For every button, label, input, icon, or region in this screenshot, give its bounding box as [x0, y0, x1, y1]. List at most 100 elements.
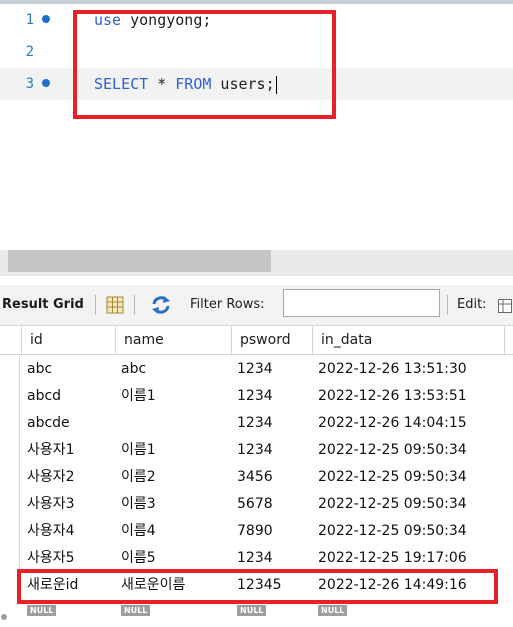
- null-badge: NULL: [27, 605, 57, 616]
- result-grid[interactable]: id name psword in_data abc abc 1234 2022…: [0, 326, 513, 627]
- cell-psword[interactable]: 1234: [232, 383, 313, 410]
- text-caret: [275, 75, 277, 94]
- code-text: use yongyong;: [94, 4, 211, 36]
- editor-line-2[interactable]: 2: [0, 36, 513, 68]
- cell-id[interactable]: 사용자1: [22, 437, 116, 464]
- cell-psword[interactable]: 1234: [232, 437, 313, 464]
- filter-rows-input[interactable]: [283, 289, 440, 317]
- cell-id[interactable]: NULL: [22, 599, 116, 619]
- edit-row-icon[interactable]: [498, 298, 512, 313]
- cell-psword[interactable]: NULL: [232, 599, 313, 619]
- cell-name[interactable]: 이름4: [116, 518, 232, 545]
- cell-in-data[interactable]: 2022-12-26 13:51:30: [313, 356, 505, 383]
- keyword: FROM: [175, 75, 212, 93]
- line-number: 3: [25, 76, 34, 92]
- table-row[interactable]: abc abc 1234 2022-12-26 13:51:30: [0, 356, 513, 383]
- scrollbar-thumb[interactable]: [8, 250, 271, 272]
- horizontal-scrollbar[interactable]: [0, 250, 513, 276]
- cell-id[interactable]: 사용자3: [22, 491, 116, 518]
- cell-name[interactable]: [116, 410, 232, 437]
- new-row[interactable]: NULL NULL NULL NULL: [0, 599, 513, 619]
- column-header-psword[interactable]: psword: [232, 326, 313, 354]
- toolbar-divider: [95, 295, 96, 315]
- statement-marker-icon: [42, 15, 50, 23]
- null-badge: NULL: [121, 605, 151, 616]
- row-selector-header[interactable]: [0, 326, 22, 354]
- cell-psword[interactable]: 3456: [232, 464, 313, 491]
- cell-in-data[interactable]: 2022-12-26 13:53:51: [313, 383, 505, 410]
- row-selector[interactable]: [0, 356, 20, 383]
- cell-psword[interactable]: 5678: [232, 491, 313, 518]
- cell-name[interactable]: NULL: [116, 599, 232, 619]
- cell-name[interactable]: abc: [116, 356, 232, 383]
- line-number: 1: [25, 12, 34, 28]
- cell-name[interactable]: 이름3: [116, 491, 232, 518]
- table-row[interactable]: abcd 이름1 1234 2022-12-26 13:53:51: [0, 383, 513, 410]
- cell-id[interactable]: abcde: [22, 410, 116, 437]
- grid-header: id name psword in_data: [0, 326, 513, 355]
- row-selector[interactable]: [0, 491, 20, 518]
- row-selector[interactable]: [0, 383, 20, 410]
- toolbar-divider: [134, 295, 135, 315]
- result-toolbar: Result Grid Filter Rows: Edit:: [0, 285, 513, 326]
- column-header-id[interactable]: id: [22, 326, 116, 354]
- keyword: use: [94, 11, 122, 29]
- new-row-marker-icon: [1, 614, 7, 620]
- cell-name[interactable]: 이름2: [116, 464, 232, 491]
- cell-in-data[interactable]: 2022-12-25 09:50:34: [313, 464, 505, 491]
- sql-editor[interactable]: 1 use yongyong; 2 3 SELECT * FROM users;: [0, 4, 513, 204]
- cell-id[interactable]: 사용자4: [22, 518, 116, 545]
- row-selector[interactable]: [0, 410, 20, 437]
- table-row[interactable]: 사용자4 이름4 7890 2022-12-25 09:50:34: [0, 518, 513, 545]
- row-selector[interactable]: [0, 464, 20, 491]
- statement-marker-icon: [42, 79, 50, 87]
- cell-name[interactable]: 새로운이름: [116, 572, 232, 599]
- cell-id[interactable]: 새로운id: [22, 572, 116, 599]
- row-selector[interactable]: [0, 545, 20, 572]
- cell-in-data[interactable]: 2022-12-25 19:17:06: [313, 545, 505, 572]
- code-text: SELECT * FROM users;: [94, 68, 277, 100]
- table-row[interactable]: 사용자1 이름1 1234 2022-12-25 09:50:34: [0, 437, 513, 464]
- line-number: 2: [25, 44, 34, 60]
- code-fragment: users;: [211, 75, 275, 93]
- edit-label: Edit:: [457, 297, 487, 312]
- row-selector[interactable]: [0, 437, 20, 464]
- cell-in-data[interactable]: 2022-12-26 14:49:16: [313, 572, 505, 599]
- code-fragment: *: [148, 75, 176, 93]
- column-header-in-data[interactable]: in_data: [313, 326, 505, 354]
- cell-psword[interactable]: 1234: [232, 356, 313, 383]
- cell-psword[interactable]: 12345: [232, 572, 313, 599]
- code-fragment: yongyong;: [121, 11, 212, 29]
- table-row[interactable]: abcde 1234 2022-12-26 14:04:15: [0, 410, 513, 437]
- table-row[interactable]: 사용자3 이름3 5678 2022-12-25 09:50:34: [0, 491, 513, 518]
- cell-psword[interactable]: 1234: [232, 410, 313, 437]
- keyword: SELECT: [94, 75, 149, 93]
- table-row[interactable]: 사용자2 이름2 3456 2022-12-25 09:50:34: [0, 464, 513, 491]
- null-badge: NULL: [237, 605, 267, 616]
- cell-in-data[interactable]: 2022-12-25 09:50:34: [313, 518, 505, 545]
- table-row[interactable]: 사용자5 이름5 1234 2022-12-25 19:17:06: [0, 545, 513, 572]
- cell-in-data[interactable]: 2022-12-25 09:50:34: [313, 437, 505, 464]
- table-row[interactable]: 새로운id 새로운이름 12345 2022-12-26 14:49:16: [0, 572, 513, 599]
- cell-in-data[interactable]: NULL: [313, 599, 505, 619]
- cell-in-data[interactable]: 2022-12-26 14:04:15: [313, 410, 505, 437]
- filter-rows-label: Filter Rows:: [190, 297, 265, 312]
- grid-layout-icon[interactable]: [106, 296, 124, 314]
- cell-id[interactable]: 사용자2: [22, 464, 116, 491]
- cell-id[interactable]: 사용자5: [22, 545, 116, 572]
- cell-psword[interactable]: 1234: [232, 545, 313, 572]
- cell-in-data[interactable]: 2022-12-25 09:50:34: [313, 491, 505, 518]
- cell-id[interactable]: abcd: [22, 383, 116, 410]
- editor-line-3[interactable]: 3 SELECT * FROM users;: [0, 68, 513, 100]
- cell-psword[interactable]: 7890: [232, 518, 313, 545]
- refresh-icon[interactable]: [150, 295, 172, 315]
- row-selector[interactable]: [0, 572, 20, 599]
- cell-name[interactable]: 이름1: [116, 383, 232, 410]
- row-selector[interactable]: [0, 518, 20, 545]
- cell-id[interactable]: abc: [22, 356, 116, 383]
- result-grid-tab[interactable]: Result Grid: [2, 285, 84, 325]
- cell-name[interactable]: 이름5: [116, 545, 232, 572]
- editor-line-1[interactable]: 1 use yongyong;: [0, 4, 513, 36]
- cell-name[interactable]: 이름1: [116, 437, 232, 464]
- column-header-name[interactable]: name: [116, 326, 232, 354]
